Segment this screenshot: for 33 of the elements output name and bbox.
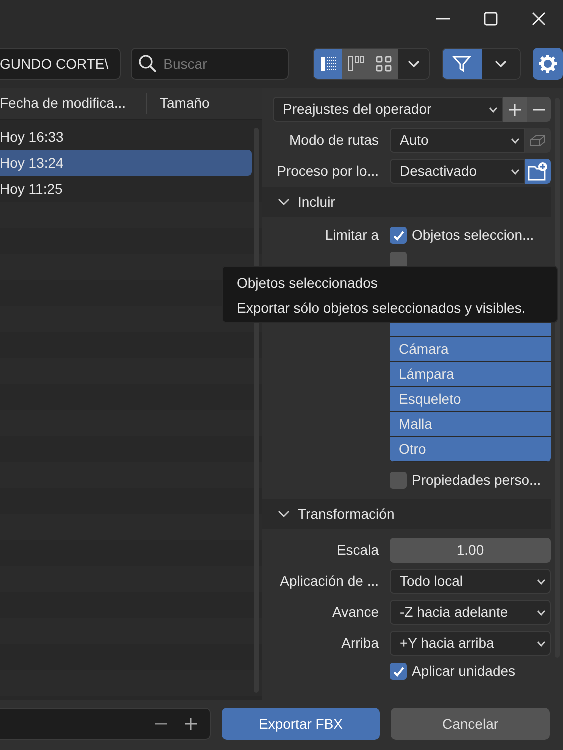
file-row[interactable]: Hoy 13:24	[0, 150, 252, 176]
dropdown[interactable]: Auto	[390, 128, 525, 153]
field-label: Aplicación de ...	[279, 572, 380, 591]
field-label: Arriba	[340, 634, 380, 653]
list-item[interactable]: Cámara	[390, 337, 551, 362]
search-field[interactable]: Buscar	[130, 48, 289, 80]
column-header[interactable]: Fecha de modifica...	[0, 93, 147, 114]
cancel-button[interactable]: Cancelar	[391, 708, 550, 740]
export-button[interactable]: Exportar FBX	[222, 708, 380, 740]
field-label: Escala	[336, 541, 380, 560]
section-header[interactable]: Incluir	[262, 187, 551, 217]
list-item[interactable]: Otro	[390, 437, 551, 462]
section-header[interactable]: Transformación	[262, 499, 551, 529]
number-field[interactable]: 1.00	[390, 538, 551, 563]
field-label: Avance	[332, 603, 380, 622]
tooltip-title: Objetos seleccionados	[237, 274, 379, 293]
checkbox-label[interactable]: Propiedades perso...	[412, 470, 542, 491]
path-field[interactable]: GUNDO CORTE\	[0, 48, 121, 80]
dropdown[interactable]: -Z hacia adelante	[390, 600, 551, 625]
list-item[interactable]: Esqueleto	[390, 387, 551, 412]
checkbox-label[interactable]: Objetos seleccion...	[412, 225, 534, 246]
checkbox-label[interactable]: Aplicar unidades	[412, 661, 516, 682]
tooltip-text: Exportar sólo objetos seleccionados y visibles.	[237, 299, 527, 318]
dropdown[interactable]: Todo local	[390, 569, 551, 594]
presets-dropdown[interactable]: Preajustes del operador	[273, 97, 503, 122]
dropdown[interactable]: +Y hacia arriba	[390, 631, 551, 656]
list-item[interactable]: Lámpara	[390, 362, 551, 387]
field-label: Limitar a	[324, 226, 380, 245]
field-label: Proceso por lo...	[276, 162, 380, 181]
column-header[interactable]: Tamaño	[147, 93, 210, 114]
dropdown[interactable]: Desactivado	[390, 159, 525, 184]
list-item[interactable]: Malla	[390, 412, 551, 437]
field-label: Modo de rutas	[288, 131, 380, 150]
